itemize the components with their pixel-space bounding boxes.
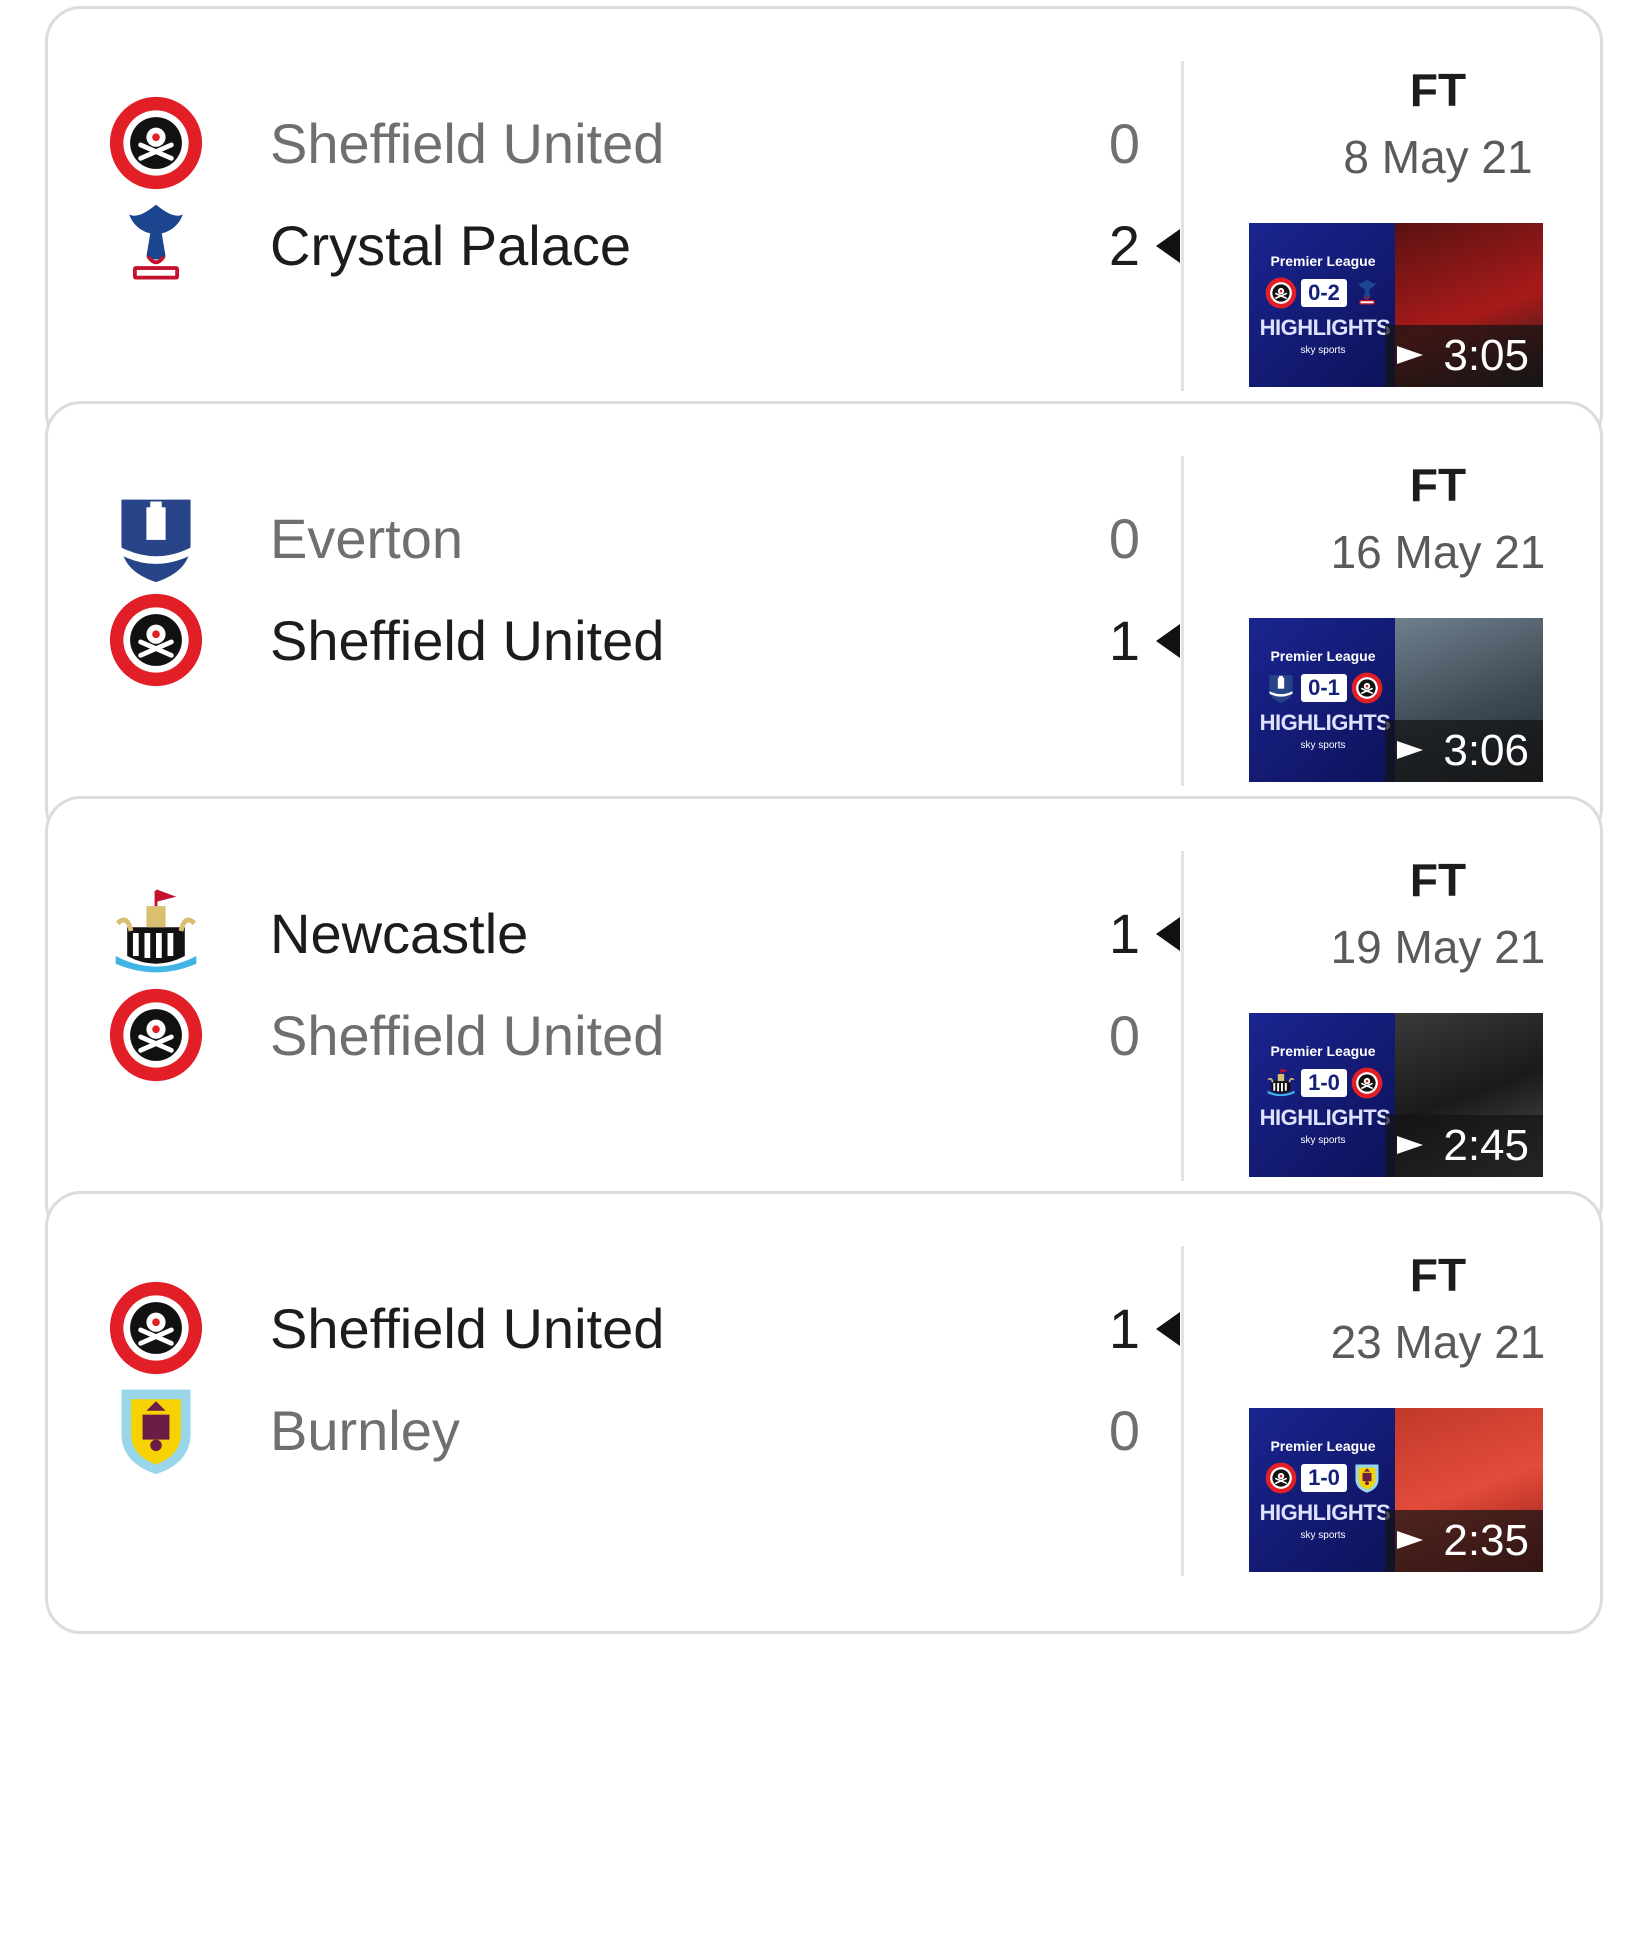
match-date: 8 May 21 [1343,131,1533,183]
highlights-video-thumbnail[interactable]: Premier League 0-2 HIGHLIGHTS sky sports… [1249,223,1543,387]
match-card[interactable]: Everton 0 Sheffield United 1 FT 16 May 21 Pr… [45,401,1603,844]
highlight-scoreline: 0-1 [1301,674,1347,702]
highlights-label: HIGHLIGHTS [1259,315,1391,340]
burnley-crest-icon [1351,1462,1383,1494]
away-team-row: Burnley 0 [48,1366,1178,1492]
sheffield-united-crest-icon [108,95,204,191]
sheffield-united-crest-icon [1265,277,1297,309]
everton-crest-icon [108,490,204,586]
broadcaster-label: sky sports [1300,345,1346,356]
highlights-video-thumbnail[interactable]: Premier League 1-0 HIGHLIGHTS sky sports… [1249,1013,1543,1177]
away-team-row: Sheffield United 1 [48,576,1180,702]
highlights-video-thumbnail[interactable]: Premier League 1-0 HIGHLIGHTS sky sports… [1249,1408,1543,1572]
winner-arrow-icon [1156,1312,1180,1346]
match-card[interactable]: Newcastle 1 Sheffield United 0 FT 19 May 21 … [45,796,1603,1239]
away-team-name: Sheffield United [270,1004,665,1067]
home-team-score: 1 [1108,902,1140,965]
highlights-label: HIGHLIGHTS [1259,1500,1391,1525]
home-team-name: Sheffield United [270,112,665,175]
match-date: 16 May 21 [1330,526,1546,578]
match-status: FT [1409,854,1467,906]
broadcaster-label: sky sports [1300,1530,1346,1541]
home-team-name: Sheffield United [270,1297,665,1360]
sheffield-united-crest-icon [108,987,204,1083]
match-status: FT [1409,64,1467,116]
home-team-score: 0 [1108,507,1140,570]
video-duration: 3:06 [1443,726,1529,775]
away-team-row: Crystal Palace 2 [48,181,1180,307]
video-duration: 2:45 [1443,1121,1529,1170]
highlights-video-thumbnail[interactable]: Premier League 0-1 HIGHLIGHTS sky sports… [1249,618,1543,782]
everton-crest-icon [1265,672,1297,704]
video-duration-badge: 3:06 [1385,720,1543,782]
away-team-name: Burnley [270,1399,460,1462]
video-duration-badge: 2:45 [1385,1115,1543,1177]
play-icon [1397,741,1423,759]
play-icon [1397,1531,1423,1549]
winner-arrow-icon [1156,229,1180,263]
sheffield-united-crest-icon [1265,1462,1297,1494]
broadcaster-label: sky sports [1300,1135,1346,1146]
match-card[interactable]: Sheffield United 1 Burnley 0 FT 23 May 21 Pr… [45,1191,1603,1634]
video-duration-badge: 2:35 [1385,1510,1543,1572]
highlights-graphic: Premier League 0-1 HIGHLIGHTS sky sports [1249,618,1395,782]
burnley-crest-icon [108,1382,204,1478]
away-team-score: 2 [1108,214,1140,277]
video-duration: 3:05 [1443,331,1529,380]
away-team-score: 1 [1108,609,1140,672]
divider [1181,851,1184,1181]
highlights-graphic: Premier League 1-0 HIGHLIGHTS sky sports [1249,1013,1395,1177]
league-label: Premier League [1270,253,1376,269]
home-team-score: 0 [1108,112,1140,175]
highlights-graphic: Premier League 0-2 HIGHLIGHTS sky sports [1249,223,1395,387]
away-team-name: Crystal Palace [270,214,632,277]
highlights-label: HIGHLIGHTS [1259,1105,1391,1130]
home-team-score: 1 [1108,1297,1140,1360]
league-label: Premier League [1270,1043,1376,1059]
match-card[interactable]: Sheffield United 0 Crystal Palace 2 FT 8 May… [45,6,1603,449]
match-date: 23 May 21 [1330,1316,1546,1368]
video-duration: 2:35 [1443,1516,1529,1565]
away-team-score: 0 [1108,1399,1140,1462]
crystal-palace-crest-icon [108,197,204,293]
highlight-scoreline: 0-2 [1301,279,1347,307]
play-icon [1397,1136,1423,1154]
home-team-name: Everton [270,507,463,570]
highlight-scoreline: 1-0 [1301,1464,1347,1492]
home-team-name: Newcastle [270,902,529,965]
broadcaster-label: sky sports [1300,740,1346,751]
away-team-row: Sheffield United 0 [48,971,1178,1097]
match-date: 19 May 21 [1330,921,1546,973]
sheffield-united-crest-icon [108,592,204,688]
league-label: Premier League [1270,648,1376,664]
crystal-palace-crest-icon [1351,277,1383,309]
divider [1181,1246,1184,1576]
league-label: Premier League [1270,1438,1376,1454]
highlights-label: HIGHLIGHTS [1259,710,1391,735]
away-team-name: Sheffield United [270,609,665,672]
match-status: FT [1409,1249,1467,1301]
divider [1181,456,1184,786]
play-icon [1397,346,1423,364]
divider [1181,61,1184,391]
newcastle-crest-icon [1265,1067,1297,1099]
video-duration-badge: 3:05 [1385,325,1543,387]
sheffield-united-crest-icon [1351,1067,1383,1099]
newcastle-crest-icon [108,885,204,981]
away-team-score: 0 [1108,1004,1140,1067]
winner-arrow-icon [1156,624,1180,658]
sheffield-united-crest-icon [108,1280,204,1376]
highlight-scoreline: 1-0 [1301,1069,1347,1097]
match-status: FT [1409,459,1467,511]
sheffield-united-crest-icon [1351,672,1383,704]
winner-arrow-icon [1156,917,1180,951]
highlights-graphic: Premier League 1-0 HIGHLIGHTS sky sports [1249,1408,1395,1572]
